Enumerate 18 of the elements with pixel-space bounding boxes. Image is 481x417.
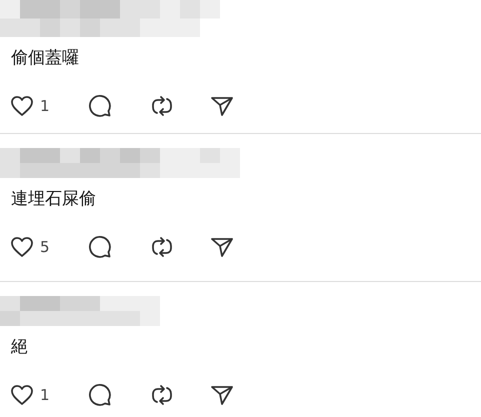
comment-icon[interactable] xyxy=(88,94,112,118)
like-count: 5 xyxy=(40,238,50,256)
heart-icon[interactable] xyxy=(10,95,34,117)
comment-icon[interactable] xyxy=(88,235,112,259)
repost-icon[interactable] xyxy=(150,94,174,118)
send-icon[interactable] xyxy=(210,94,234,118)
like-count: 1 xyxy=(40,386,50,404)
heart-icon[interactable] xyxy=(10,236,34,258)
heart-icon[interactable] xyxy=(10,384,34,406)
send-icon[interactable] xyxy=(210,235,234,259)
like-count: 1 xyxy=(40,97,50,115)
repost-icon[interactable] xyxy=(150,383,174,407)
repost-icon[interactable] xyxy=(150,235,174,259)
comment-text: 絕 xyxy=(10,336,29,358)
comment-icon[interactable] xyxy=(88,383,112,407)
comment-text: 偷個蓋囉 xyxy=(10,47,80,69)
send-icon[interactable] xyxy=(210,383,234,407)
comment-text: 連埋石屎偷 xyxy=(10,188,97,210)
